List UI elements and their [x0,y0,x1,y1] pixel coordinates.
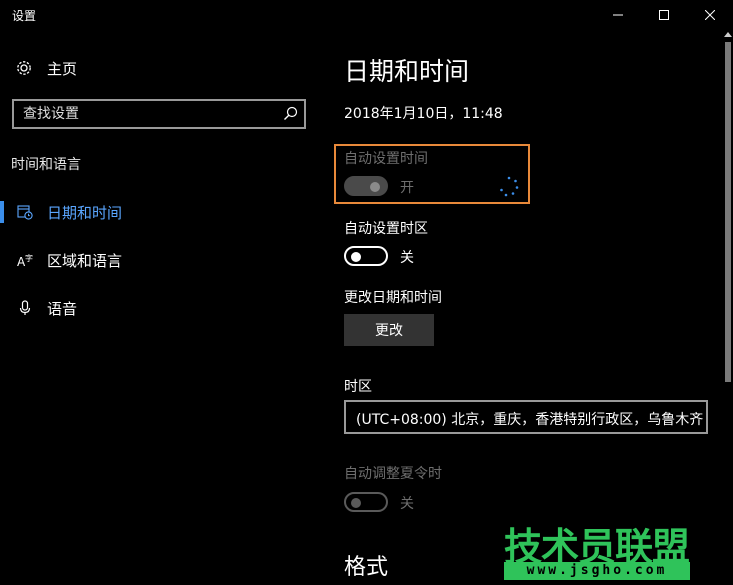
change-datetime-label: 更改日期和时间 [344,290,442,306]
toggle-knob [351,498,361,508]
home-label: 主页 [47,59,78,78]
page-title: 日期和时间 [344,57,470,86]
language-icon: A 字 [16,251,34,269]
auto-timezone-state: 关 [400,250,414,266]
home-nav[interactable]: 主页 [14,56,77,80]
maximize-button[interactable] [641,0,687,30]
toggle-knob [351,252,361,262]
search-box[interactable] [12,99,306,129]
sidebar-item-label: 区域和语言 [47,251,123,270]
format-heading: 格式 [344,555,389,580]
scroll-thumb[interactable] [725,42,731,382]
watermark-url: www.jsgho.com [504,562,690,580]
svg-text:字: 字 [25,253,33,263]
loading-spinner-icon [500,176,519,197]
sidebar-item-label: 日期和时间 [47,203,123,222]
app-title: 设置 [12,9,37,23]
toggle-knob [370,182,380,192]
dst-toggle[interactable] [344,492,388,512]
calendar-clock-icon [16,203,34,221]
sidebar-item-label: 语音 [47,299,78,318]
close-button[interactable] [687,0,733,30]
search-icon[interactable] [282,105,300,123]
microphone-icon [16,299,34,317]
auto-timezone-toggle[interactable] [344,246,388,266]
section-label: 时间和语言 [11,157,81,173]
auto-time-label: 自动设置时间 [344,151,428,167]
scroll-up-arrow-icon[interactable] [724,32,732,37]
selected-indicator [0,201,4,223]
auto-timezone-label: 自动设置时区 [344,221,428,237]
change-button[interactable]: 更改 [344,314,434,346]
dst-label: 自动调整夏令时 [344,466,442,482]
close-icon [705,10,715,20]
timezone-value: (UTC+08:00) 北京，重庆，香港特别行政区，乌鲁木齐 [356,412,704,428]
sidebar-item-speech[interactable]: 语音 [0,293,320,323]
minimize-button[interactable] [595,0,641,30]
search-input[interactable] [23,105,273,123]
scrollbar[interactable] [723,30,733,585]
sidebar-item-region-language[interactable]: A 字 区域和语言 [0,245,320,275]
dst-state: 关 [400,496,414,512]
current-datetime: 2018年1月10日，11:48 [344,106,503,122]
maximize-icon [659,10,669,20]
auto-time-toggle[interactable] [344,176,388,196]
timezone-select[interactable]: (UTC+08:00) 北京，重庆，香港特别行政区，乌鲁木齐 [344,400,708,434]
sidebar-item-date-time[interactable]: 日期和时间 [0,197,320,227]
watermark-logo: 技术员联盟 www.jsgho.com [504,516,690,582]
minimize-icon [613,14,623,16]
timezone-label: 时区 [344,379,372,395]
gear-icon [14,58,34,78]
auto-time-state: 开 [400,180,414,196]
title-bar: 设置 [0,0,733,30]
